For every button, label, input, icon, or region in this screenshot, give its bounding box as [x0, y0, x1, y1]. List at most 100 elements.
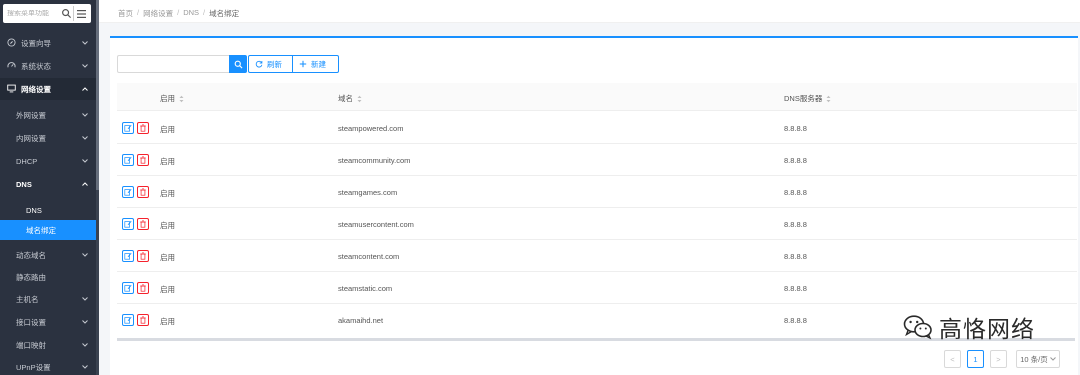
- edit-button[interactable]: [122, 154, 134, 166]
- delete-button[interactable]: [137, 218, 149, 230]
- page-size-select[interactable]: 10 条/页: [1016, 350, 1060, 368]
- column-header-domain[interactable]: 域名: [338, 93, 362, 104]
- sidebar-item-ddns[interactable]: 动态域名: [0, 244, 96, 266]
- sidebar-item-port-mapping[interactable]: 端口映射: [0, 334, 96, 356]
- cell-enabled: 启用: [160, 125, 175, 134]
- refresh-button[interactable]: 刷新: [248, 55, 293, 73]
- table-row: 启用 steampowered.com 8.8.8.8: [117, 112, 1077, 144]
- sidebar-item-static-route[interactable]: 静态路由: [0, 266, 96, 288]
- breadcrumb-dns[interactable]: DNS: [183, 8, 199, 19]
- delete-button[interactable]: [137, 282, 149, 294]
- edit-button[interactable]: [122, 282, 134, 294]
- row-actions: [122, 122, 149, 134]
- cell-dns-server: 8.8.8.8: [784, 220, 807, 229]
- dashboard-icon: [7, 61, 17, 71]
- edit-button[interactable]: [122, 218, 134, 230]
- delete-button[interactable]: [137, 186, 149, 198]
- chevron-down-icon: [80, 365, 90, 369]
- sidebar-item-dns-group[interactable]: DNS: [0, 173, 96, 195]
- edit-icon: [124, 284, 132, 292]
- sidebar-item-domain-binding[interactable]: 域名绑定: [0, 220, 96, 240]
- menu-search-input[interactable]: [7, 10, 61, 17]
- watermark-text: 高恪网络: [939, 317, 1035, 343]
- chevron-down-icon: [80, 136, 90, 140]
- row-actions: [122, 282, 149, 294]
- table-row: 启用 steamcommunity.com 8.8.8.8: [117, 144, 1077, 176]
- delete-button[interactable]: [137, 154, 149, 166]
- sidebar-item-label: 接口设置: [16, 317, 46, 327]
- next-page-button[interactable]: >: [990, 350, 1007, 368]
- row-actions: [122, 250, 149, 262]
- monitor-icon: [7, 84, 17, 94]
- new-button[interactable]: 新建: [292, 55, 339, 73]
- chevron-down-icon: [80, 343, 90, 347]
- chevron-down-icon: [80, 159, 90, 163]
- page-size-value: 10 条/页: [1020, 354, 1048, 364]
- edit-button[interactable]: [122, 250, 134, 262]
- sidebar-item-interface-settings[interactable]: 接口设置: [0, 311, 96, 333]
- breadcrumb-home[interactable]: 首页: [118, 8, 133, 19]
- cell-dns-server: 8.8.8.8: [784, 188, 807, 197]
- sidebar-item-setup-wizard[interactable]: 设置向导: [0, 32, 96, 54]
- sidebar-item-network-settings[interactable]: 网络设置: [0, 78, 96, 100]
- search-icon: [234, 60, 242, 68]
- breadcrumb-separator: /: [177, 8, 180, 17]
- refresh-label: 刷新: [267, 59, 282, 69]
- sidebar-item-label: 动态域名: [16, 250, 46, 260]
- watermark: 高恪网络: [903, 310, 1035, 344]
- sidebar-item-dhcp[interactable]: DHCP: [0, 150, 96, 172]
- sidebar-item-system-status[interactable]: 系统状态: [0, 55, 96, 77]
- trash-icon: [140, 316, 146, 324]
- table-row: 启用 steamusercontent.com 8.8.8.8: [117, 208, 1077, 240]
- sidebar-item-label: 端口映射: [16, 340, 46, 350]
- sort-icon[interactable]: [826, 95, 831, 103]
- chevron-down-icon: [1049, 357, 1056, 361]
- sidebar-item-dns[interactable]: DNS: [0, 199, 96, 221]
- edit-button[interactable]: [122, 186, 134, 198]
- column-header-dns-server[interactable]: DNS服务器: [784, 93, 831, 104]
- cell-domain: steamcontent.com: [338, 252, 400, 261]
- menu-search-box: [3, 4, 91, 23]
- edit-button[interactable]: [122, 122, 134, 134]
- cell-dns-server: 8.8.8.8: [784, 284, 807, 293]
- cell-enabled: 启用: [160, 189, 175, 198]
- edit-button[interactable]: [122, 314, 134, 326]
- sidebar-item-label: DHCP: [16, 156, 38, 166]
- chevron-down-icon: [80, 64, 90, 68]
- search-icon[interactable]: [61, 8, 72, 19]
- sidebar-item-hostname[interactable]: 主机名: [0, 288, 96, 310]
- cell-domain: steamcommunity.com: [338, 156, 411, 165]
- delete-button[interactable]: [137, 314, 149, 326]
- table-header: 启用 域名 DNS服务器: [117, 83, 1077, 111]
- column-header-enabled[interactable]: 启用: [160, 93, 184, 104]
- sidebar-item-lan-settings[interactable]: 内网设置: [0, 127, 96, 149]
- cell-domain: steampowered.com: [338, 124, 404, 133]
- breadcrumb-network-settings[interactable]: 网络设置: [143, 8, 173, 19]
- trash-icon: [140, 156, 146, 164]
- sidebar-item-label: DNS: [16, 179, 32, 189]
- sidebar-item-label: DNS: [26, 205, 42, 215]
- table-search-input[interactable]: [117, 55, 229, 73]
- sidebar-item-upnp-settings[interactable]: UPnP设置: [0, 356, 96, 375]
- trash-icon: [140, 252, 146, 260]
- cell-domain: steamusercontent.com: [338, 220, 414, 229]
- chevron-down-icon: [80, 320, 90, 324]
- sidebar-item-wan-settings[interactable]: 外网设置: [0, 104, 96, 126]
- cell-dns-server: 8.8.8.8: [784, 124, 807, 133]
- chevron-left-icon: <: [950, 354, 955, 364]
- sort-icon[interactable]: [357, 95, 362, 103]
- edit-icon: [124, 188, 132, 196]
- prev-page-button[interactable]: <: [944, 350, 961, 368]
- delete-button[interactable]: [137, 122, 149, 134]
- page-number-button[interactable]: 1: [967, 350, 984, 368]
- delete-button[interactable]: [137, 250, 149, 262]
- table-row: 启用 steamgames.com 8.8.8.8: [117, 176, 1077, 208]
- hamburger-icon: [77, 9, 86, 18]
- breadcrumb-current: 域名绑定: [209, 9, 240, 18]
- menu-toggle-button[interactable]: [73, 6, 89, 21]
- sidebar-item-label: 系统状态: [21, 61, 51, 71]
- edit-icon: [124, 252, 132, 260]
- sort-icon[interactable]: [179, 95, 184, 103]
- new-label: 新建: [311, 59, 326, 69]
- table-search-button[interactable]: [229, 55, 247, 73]
